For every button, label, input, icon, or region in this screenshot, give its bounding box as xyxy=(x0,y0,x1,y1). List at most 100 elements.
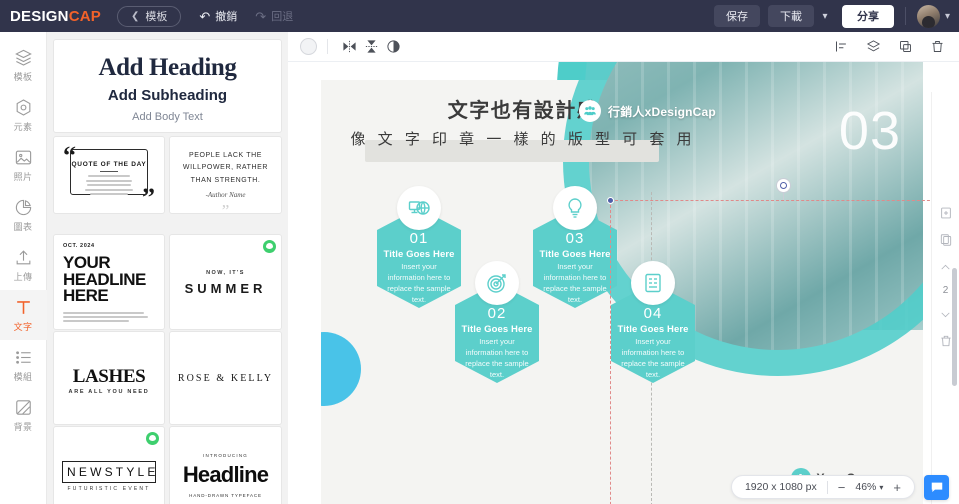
sidebar-item-modules[interactable]: 模組 xyxy=(0,340,47,390)
template-card[interactable]: “ ” QUOTE OF THE DAY xyxy=(54,137,164,213)
canvas-viewport[interactable]: 行銷人xDesignCap 03 文字也有設計感 像 文 字 印 章 一 樣 的… xyxy=(288,62,959,504)
lashes-block: LASHES ARE ALL YOU NEED xyxy=(54,332,164,395)
color-swatch-icon[interactable] xyxy=(300,38,317,55)
slide-body: 03 文字也有設計感 像 文 字 印 章 一 樣 的 版 型 可 套 用 01 … xyxy=(321,62,923,504)
slide-subtitle[interactable]: 像 文 字 印 章 一 樣 的 版 型 可 套 用 xyxy=(321,128,725,149)
hexagon-body: Insert your information here to replace … xyxy=(621,337,685,379)
sidebar-item-upload[interactable]: 上傳 xyxy=(0,240,47,290)
quote-body-lines xyxy=(71,175,147,195)
text-icon xyxy=(16,300,30,314)
hexagon-title: Title Goes Here xyxy=(461,324,533,335)
download-button[interactable]: 下載 xyxy=(767,5,814,27)
quote-close-icon: ” xyxy=(221,200,230,213)
chevron-down-icon[interactable]: ▾ xyxy=(814,5,836,27)
template-card[interactable]: PEOPLE LACK THE WILLPOWER, RATHER THAN S… xyxy=(170,137,281,213)
logo-text-cap: CAP xyxy=(68,7,101,25)
headline-date: OCT. 2024 xyxy=(63,243,95,249)
undo-button[interactable]: ↶ 撤銷 xyxy=(199,8,237,24)
globe-presentation-icon xyxy=(397,186,441,230)
handwritten-top-text: INTRODUCING xyxy=(203,453,248,458)
lashes-title: LASHES xyxy=(72,366,146,387)
hexagon-item[interactable]: 01 Title Goes Here Insert your informati… xyxy=(377,186,461,308)
flip-horizontal-icon[interactable] xyxy=(338,36,360,58)
designcap-editor: DESIGNCAP ❮ 模板 ↶ 撤銷 ↷ 回退 保存 下載 ▾ 分享 ▾ 模板… xyxy=(0,0,959,504)
avatar[interactable] xyxy=(916,4,940,28)
align-icon[interactable] xyxy=(830,36,852,58)
sidebar-item-charts[interactable]: 圖表 xyxy=(0,190,47,240)
quote-line: PEOPLE LACK THE xyxy=(188,152,263,159)
template-card[interactable]: LASHES ARE ALL YOU NEED xyxy=(54,332,164,424)
newstyle-frame: NEWSTYLE xyxy=(62,461,156,483)
templates-back-button[interactable]: ❮ 模板 xyxy=(117,5,182,27)
template-card[interactable]: INTRODUCING Headline HAND-DRAWN TYPEFACE xyxy=(170,427,281,504)
layers-order-icon[interactable] xyxy=(862,36,884,58)
pie-chart-icon xyxy=(15,199,31,215)
chevron-down-icon[interactable]: ▾ xyxy=(945,11,950,22)
blue-circle-decor xyxy=(321,332,361,406)
quote-lines: PEOPLE LACK THE WILLPOWER, RATHER THAN S… xyxy=(170,137,281,213)
canvas-scrollbar[interactable] xyxy=(952,268,957,386)
sidebar-item-label: 背景 xyxy=(13,421,33,432)
sidebar-item-text[interactable]: 文字 xyxy=(0,290,47,340)
zoom-in-button[interactable]: + xyxy=(893,481,901,494)
hexagon-item[interactable]: 04 Title Goes Here Insert your informati… xyxy=(611,261,695,383)
opacity-icon[interactable] xyxy=(382,36,404,58)
template-body: Add Body Text xyxy=(132,111,203,123)
rotate-connector xyxy=(783,193,784,201)
background-icon xyxy=(15,399,31,415)
sidebar-item-label: 元素 xyxy=(13,121,33,132)
template-card[interactable]: Add Heading Add Subheading Add Body Text xyxy=(54,40,281,132)
newstyle-subtitle: FUTURISTIC EVENT xyxy=(67,486,151,492)
sidebar-item-label: 文字 xyxy=(13,321,33,332)
rotate-handle[interactable] xyxy=(776,178,791,193)
slide-number: 03 xyxy=(838,101,901,161)
redo-icon: ↷ xyxy=(255,8,267,24)
sidebar-item-photos[interactable]: 照片 xyxy=(0,140,47,190)
app-logo[interactable]: DESIGNCAP xyxy=(10,8,101,25)
save-button[interactable]: 保存 xyxy=(713,5,760,27)
hexagon-title: Title Goes Here xyxy=(617,324,689,335)
header-actions: 保存 下載 ▾ 分享 ▾ xyxy=(713,0,959,32)
status-bar: 1920 x 1080 px − 46% ▾ + xyxy=(288,470,959,504)
handwritten-title: Headline xyxy=(182,462,269,487)
templates-back-label: 模板 xyxy=(145,11,168,23)
slide-canvas[interactable]: 行銷人xDesignCap 03 文字也有設計感 像 文 字 印 章 一 樣 的… xyxy=(321,62,923,504)
sidebar-item-elements[interactable]: 元素 xyxy=(0,90,47,140)
headline-block: OCT. 2024 YOUR HEADLINE HERE xyxy=(54,235,164,323)
divider xyxy=(826,480,828,494)
chat-button[interactable] xyxy=(924,474,949,500)
quote-author: -Author Name xyxy=(205,190,246,199)
template-card[interactable]: NEWSTYLE FUTURISTIC EVENT xyxy=(54,427,164,504)
list-icon xyxy=(15,350,31,364)
hexagon-item[interactable]: 03 Title Goes Here Insert your informati… xyxy=(533,186,617,308)
duplicate-icon[interactable] xyxy=(894,36,916,58)
top-brand: 行銷人xDesignCap xyxy=(579,100,716,122)
shapes-icon xyxy=(16,98,30,116)
quote-title: QUOTE OF THE DAY xyxy=(71,161,147,168)
template-card[interactable]: OCT. 2024 YOUR HEADLINE HERE xyxy=(54,235,164,329)
zoom-value-dropdown[interactable]: 46% ▾ xyxy=(855,481,883,493)
template-panel[interactable]: Add Heading Add Subheading Add Body Text… xyxy=(47,32,288,504)
toolbar-divider xyxy=(327,39,328,54)
add-page-icon[interactable] xyxy=(936,204,956,222)
page-number: 2 xyxy=(942,285,949,296)
template-subheading: Add Subheading xyxy=(107,87,228,104)
duplicate-page-icon[interactable] xyxy=(936,231,956,249)
sidebar-item-templates[interactable]: 模板 xyxy=(0,40,47,90)
quote-line: WILLPOWER, RATHER xyxy=(182,164,269,172)
sidebar-item-background[interactable]: 背景 xyxy=(0,390,47,440)
headline-line: HERE xyxy=(63,286,109,306)
template-card[interactable]: NOW, IT'S SUMMER xyxy=(170,235,281,329)
hexagon-item[interactable]: 02 Title Goes Here Insert your informati… xyxy=(455,261,539,383)
flip-vertical-icon[interactable] xyxy=(360,36,382,58)
canvas-dimensions: 1920 x 1080 px xyxy=(744,481,817,493)
share-button[interactable]: 分享 xyxy=(841,4,894,28)
trash-icon[interactable] xyxy=(926,36,948,58)
zoom-out-button[interactable]: − xyxy=(838,481,846,494)
divider xyxy=(100,171,118,172)
handwritten-subtitle: HAND-DRAWN TYPEFACE xyxy=(189,493,262,498)
hexagon-title: Title Goes Here xyxy=(539,249,611,260)
redo-button[interactable]: ↷ 回退 xyxy=(255,8,293,24)
hexagon-body: Insert your information here to replace … xyxy=(387,262,451,304)
template-card[interactable]: ROSE & KELLY xyxy=(170,332,281,424)
